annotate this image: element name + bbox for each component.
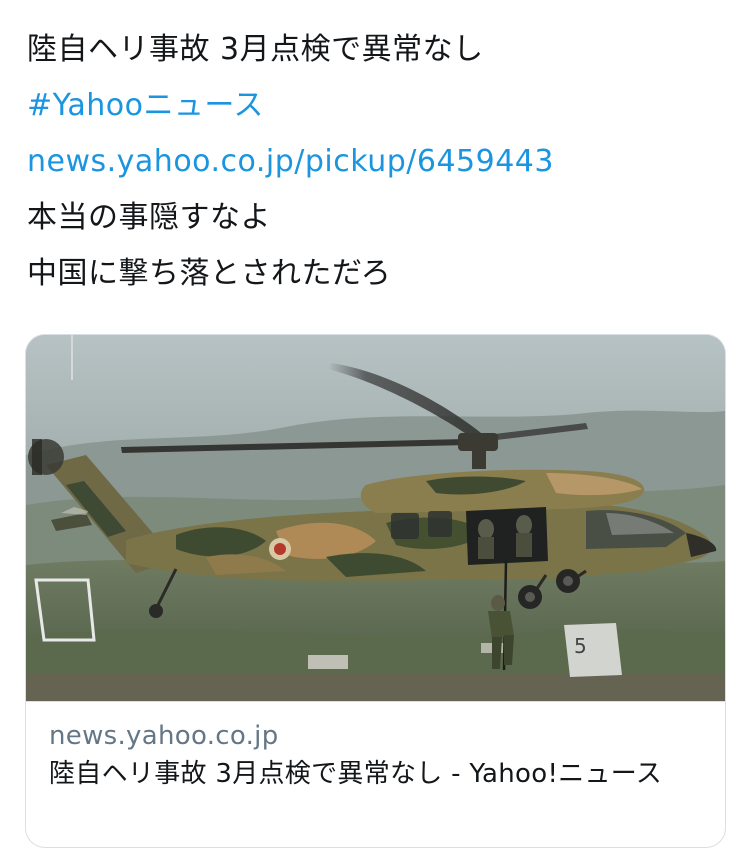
card-image: 5 xyxy=(26,335,725,701)
tweet-text-line: 本当の事隠すなよ xyxy=(27,200,271,235)
card-body: news.yahoo.co.jp 陸自ヘリ事故 3月点検で異常なし - Yaho… xyxy=(26,701,725,847)
svg-text:5: 5 xyxy=(574,634,587,658)
card-domain: news.yahoo.co.jp xyxy=(49,721,279,751)
tweet: 陸自ヘリ事故 3月点検で異常なし #Yahooニュース news.yahoo.c… xyxy=(0,0,750,850)
tweet-text: 陸自ヘリ事故 3月点検で異常なし #Yahooニュース news.yahoo.c… xyxy=(27,22,727,302)
link-preview-card[interactable]: 5 news.yahoo.co.jp 陸自ヘリ事故 3月点検で異常なし - Ya… xyxy=(25,334,726,848)
hashtag-link[interactable]: #Yahooニュース xyxy=(27,78,727,134)
url-link[interactable]: news.yahoo.co.jp/pickup/6459443 xyxy=(27,134,727,190)
tweet-text-line: 中国に撃ち落とされただろ xyxy=(27,256,392,291)
card-title: 陸自ヘリ事故 3月点検で異常なし - Yahoo!ニュース xyxy=(49,759,663,789)
tweet-text-line: 陸自ヘリ事故 3月点検で異常なし xyxy=(27,32,484,67)
helicopter-photo: 5 xyxy=(26,335,725,701)
